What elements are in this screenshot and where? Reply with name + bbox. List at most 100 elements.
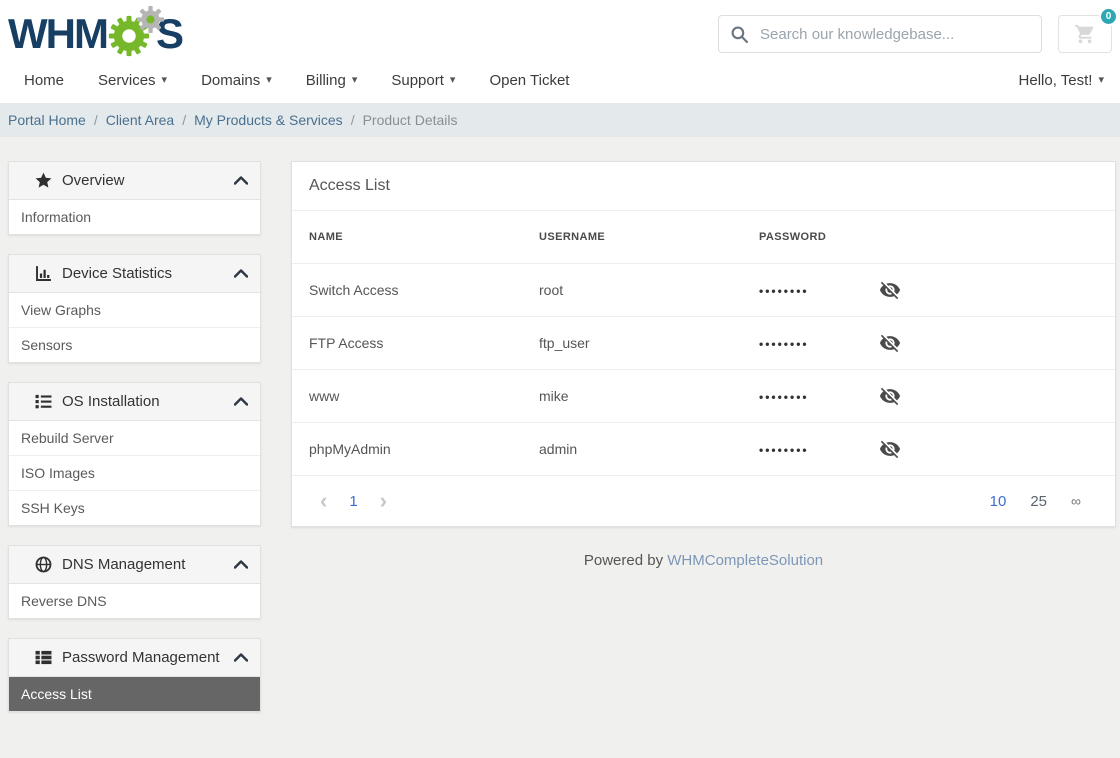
user-menu[interactable]: Hello, Test! ▾ bbox=[1019, 72, 1108, 89]
breadcrumb-my-products[interactable]: My Products & Services bbox=[194, 112, 343, 128]
nav-item-open-ticket[interactable]: Open Ticket bbox=[489, 72, 569, 89]
panel-device-statistics-header[interactable]: Device Statistics bbox=[9, 255, 260, 293]
cell-username: admin bbox=[522, 422, 742, 476]
sidebar-item-ssh-keys[interactable]: SSH Keys bbox=[9, 490, 260, 525]
bar-chart-icon bbox=[31, 265, 55, 282]
nav-label: Domains bbox=[201, 72, 261, 89]
cart-button[interactable]: 0 bbox=[1058, 7, 1118, 53]
toggle-password-button[interactable] bbox=[879, 332, 901, 354]
cell-name: Switch Access bbox=[292, 263, 522, 317]
sidebar-item-information[interactable]: Information bbox=[9, 200, 260, 234]
pagination-prev-button[interactable]: ‹ bbox=[320, 490, 327, 512]
page-size-all[interactable]: ∞ bbox=[1071, 493, 1081, 509]
panel-os-installation: OS Installation Rebuild Server ISO Image… bbox=[8, 382, 261, 526]
cell-username: root bbox=[522, 263, 742, 317]
toggle-password-button[interactable] bbox=[879, 385, 901, 407]
column-header-actions bbox=[862, 211, 1115, 264]
panel-title: Overview bbox=[62, 172, 125, 189]
panel-dns-management-header[interactable]: DNS Management bbox=[9, 546, 260, 584]
toggle-password-button[interactable] bbox=[879, 438, 901, 460]
breadcrumb-client-area[interactable]: Client Area bbox=[106, 112, 174, 128]
pagination-next-button[interactable]: › bbox=[380, 490, 387, 512]
chevron-up-icon bbox=[234, 653, 248, 662]
sidebar-item-iso-images[interactable]: ISO Images bbox=[9, 455, 260, 490]
nav-item-services[interactable]: Services ▾ bbox=[98, 72, 167, 89]
list-icon bbox=[31, 393, 55, 410]
logo-text-whm: WHM bbox=[8, 10, 109, 57]
search-input[interactable] bbox=[760, 25, 1029, 43]
sidebar-item-rebuild-server[interactable]: Rebuild Server bbox=[9, 421, 260, 455]
cell-name: FTP Access bbox=[292, 316, 522, 370]
nav-label: Home bbox=[24, 72, 65, 89]
panel-title: DNS Management bbox=[62, 556, 186, 573]
nav-label: Services bbox=[98, 72, 156, 89]
globe-icon bbox=[31, 556, 55, 573]
password-mask: •••••••• bbox=[759, 284, 809, 298]
panel-device-statistics: Device Statistics View Graphs Sensors bbox=[8, 254, 261, 363]
toggle-password-button[interactable] bbox=[879, 279, 901, 301]
breadcrumb-portal-home[interactable]: Portal Home bbox=[8, 112, 86, 128]
sidebar-item-sensors[interactable]: Sensors bbox=[9, 327, 260, 362]
star-icon bbox=[31, 172, 55, 189]
pagination-page-1[interactable]: 1 bbox=[349, 493, 357, 510]
eye-slash-icon bbox=[879, 334, 901, 353]
user-greeting: Hello, Test! bbox=[1018, 72, 1093, 89]
password-mask: •••••••• bbox=[759, 337, 809, 351]
panel-title: OS Installation bbox=[62, 393, 160, 410]
caret-down-icon: ▾ bbox=[351, 74, 358, 86]
eye-slash-icon bbox=[879, 387, 901, 406]
chevron-up-icon bbox=[234, 560, 248, 569]
cell-name: phpMyAdmin bbox=[292, 422, 522, 476]
sidebar-item-reverse-dns[interactable]: Reverse DNS bbox=[9, 584, 260, 618]
nav-item-home[interactable]: Home bbox=[24, 72, 64, 89]
page-size-25[interactable]: 25 bbox=[1030, 493, 1047, 510]
nav-item-domains[interactable]: Domains ▾ bbox=[201, 72, 272, 89]
password-mask: •••••••• bbox=[759, 443, 809, 457]
panel-title: Device Statistics bbox=[62, 265, 173, 282]
top-header: WHM S Search our knowledgebase... 0 bbox=[0, 0, 1120, 62]
page-title: Access List bbox=[292, 162, 1115, 211]
nav-item-support[interactable]: Support ▾ bbox=[391, 72, 455, 89]
breadcrumb-current: Product Details bbox=[362, 112, 458, 128]
access-list-card: Access List NAME USERNAME PASSWORD Switc… bbox=[291, 161, 1116, 527]
sidebar-item-view-graphs[interactable]: View Graphs bbox=[9, 293, 260, 327]
access-list-table: NAME USERNAME PASSWORD Switch Access roo… bbox=[292, 211, 1115, 476]
sidebar-item-access-list[interactable]: Access List bbox=[9, 677, 260, 711]
panel-password-management-header[interactable]: Password Management bbox=[9, 639, 260, 677]
column-header-password: PASSWORD bbox=[742, 211, 862, 264]
table-row: phpMyAdmin admin •••••••• bbox=[292, 422, 1115, 476]
column-header-name: NAME bbox=[292, 211, 522, 264]
panel-password-management: Password Management Access List bbox=[8, 638, 261, 712]
breadcrumb: Portal Home / Client Area / My Products … bbox=[0, 103, 1120, 137]
table-row: Switch Access root •••••••• bbox=[292, 263, 1115, 317]
panel-overview: Overview Information bbox=[8, 161, 261, 235]
table-row: FTP Access ftp_user •••••••• bbox=[292, 316, 1115, 370]
table-list-icon bbox=[31, 649, 55, 666]
sidebar: Overview Information Device Statistics V… bbox=[8, 161, 261, 712]
eye-slash-icon bbox=[879, 440, 901, 459]
caret-down-icon: ▾ bbox=[1098, 74, 1104, 86]
main-navigation: Home Services ▾ Domains ▾ Billing ▾ Supp… bbox=[0, 62, 1120, 103]
caret-down-icon: ▾ bbox=[161, 74, 168, 86]
breadcrumb-separator: / bbox=[93, 112, 98, 128]
cell-username: mike bbox=[522, 369, 742, 423]
chevron-up-icon bbox=[234, 176, 248, 185]
caret-down-icon: ▾ bbox=[266, 74, 272, 86]
caret-down-icon: ▾ bbox=[449, 74, 456, 86]
page-size-10[interactable]: 10 bbox=[990, 493, 1007, 510]
main-content: Access List NAME USERNAME PASSWORD Switc… bbox=[291, 161, 1116, 569]
table-row: www mike •••••••• bbox=[292, 369, 1115, 423]
cart-count-badge: 0 bbox=[1099, 7, 1118, 26]
nav-label: Support bbox=[391, 72, 444, 89]
password-mask: •••••••• bbox=[759, 390, 809, 404]
powered-by-text: Powered by bbox=[583, 552, 664, 569]
nav-item-billing[interactable]: Billing ▾ bbox=[306, 72, 358, 89]
cell-name: www bbox=[292, 369, 522, 423]
whmcs-logo[interactable]: WHM S bbox=[8, 6, 184, 58]
breadcrumb-separator: / bbox=[350, 112, 355, 128]
panel-os-installation-header[interactable]: OS Installation bbox=[9, 383, 260, 421]
panel-overview-header[interactable]: Overview bbox=[9, 162, 260, 200]
search-icon bbox=[731, 26, 748, 43]
chevron-up-icon bbox=[234, 397, 248, 406]
whmcompletesolution-link[interactable]: WHMCompleteSolution bbox=[667, 552, 823, 569]
